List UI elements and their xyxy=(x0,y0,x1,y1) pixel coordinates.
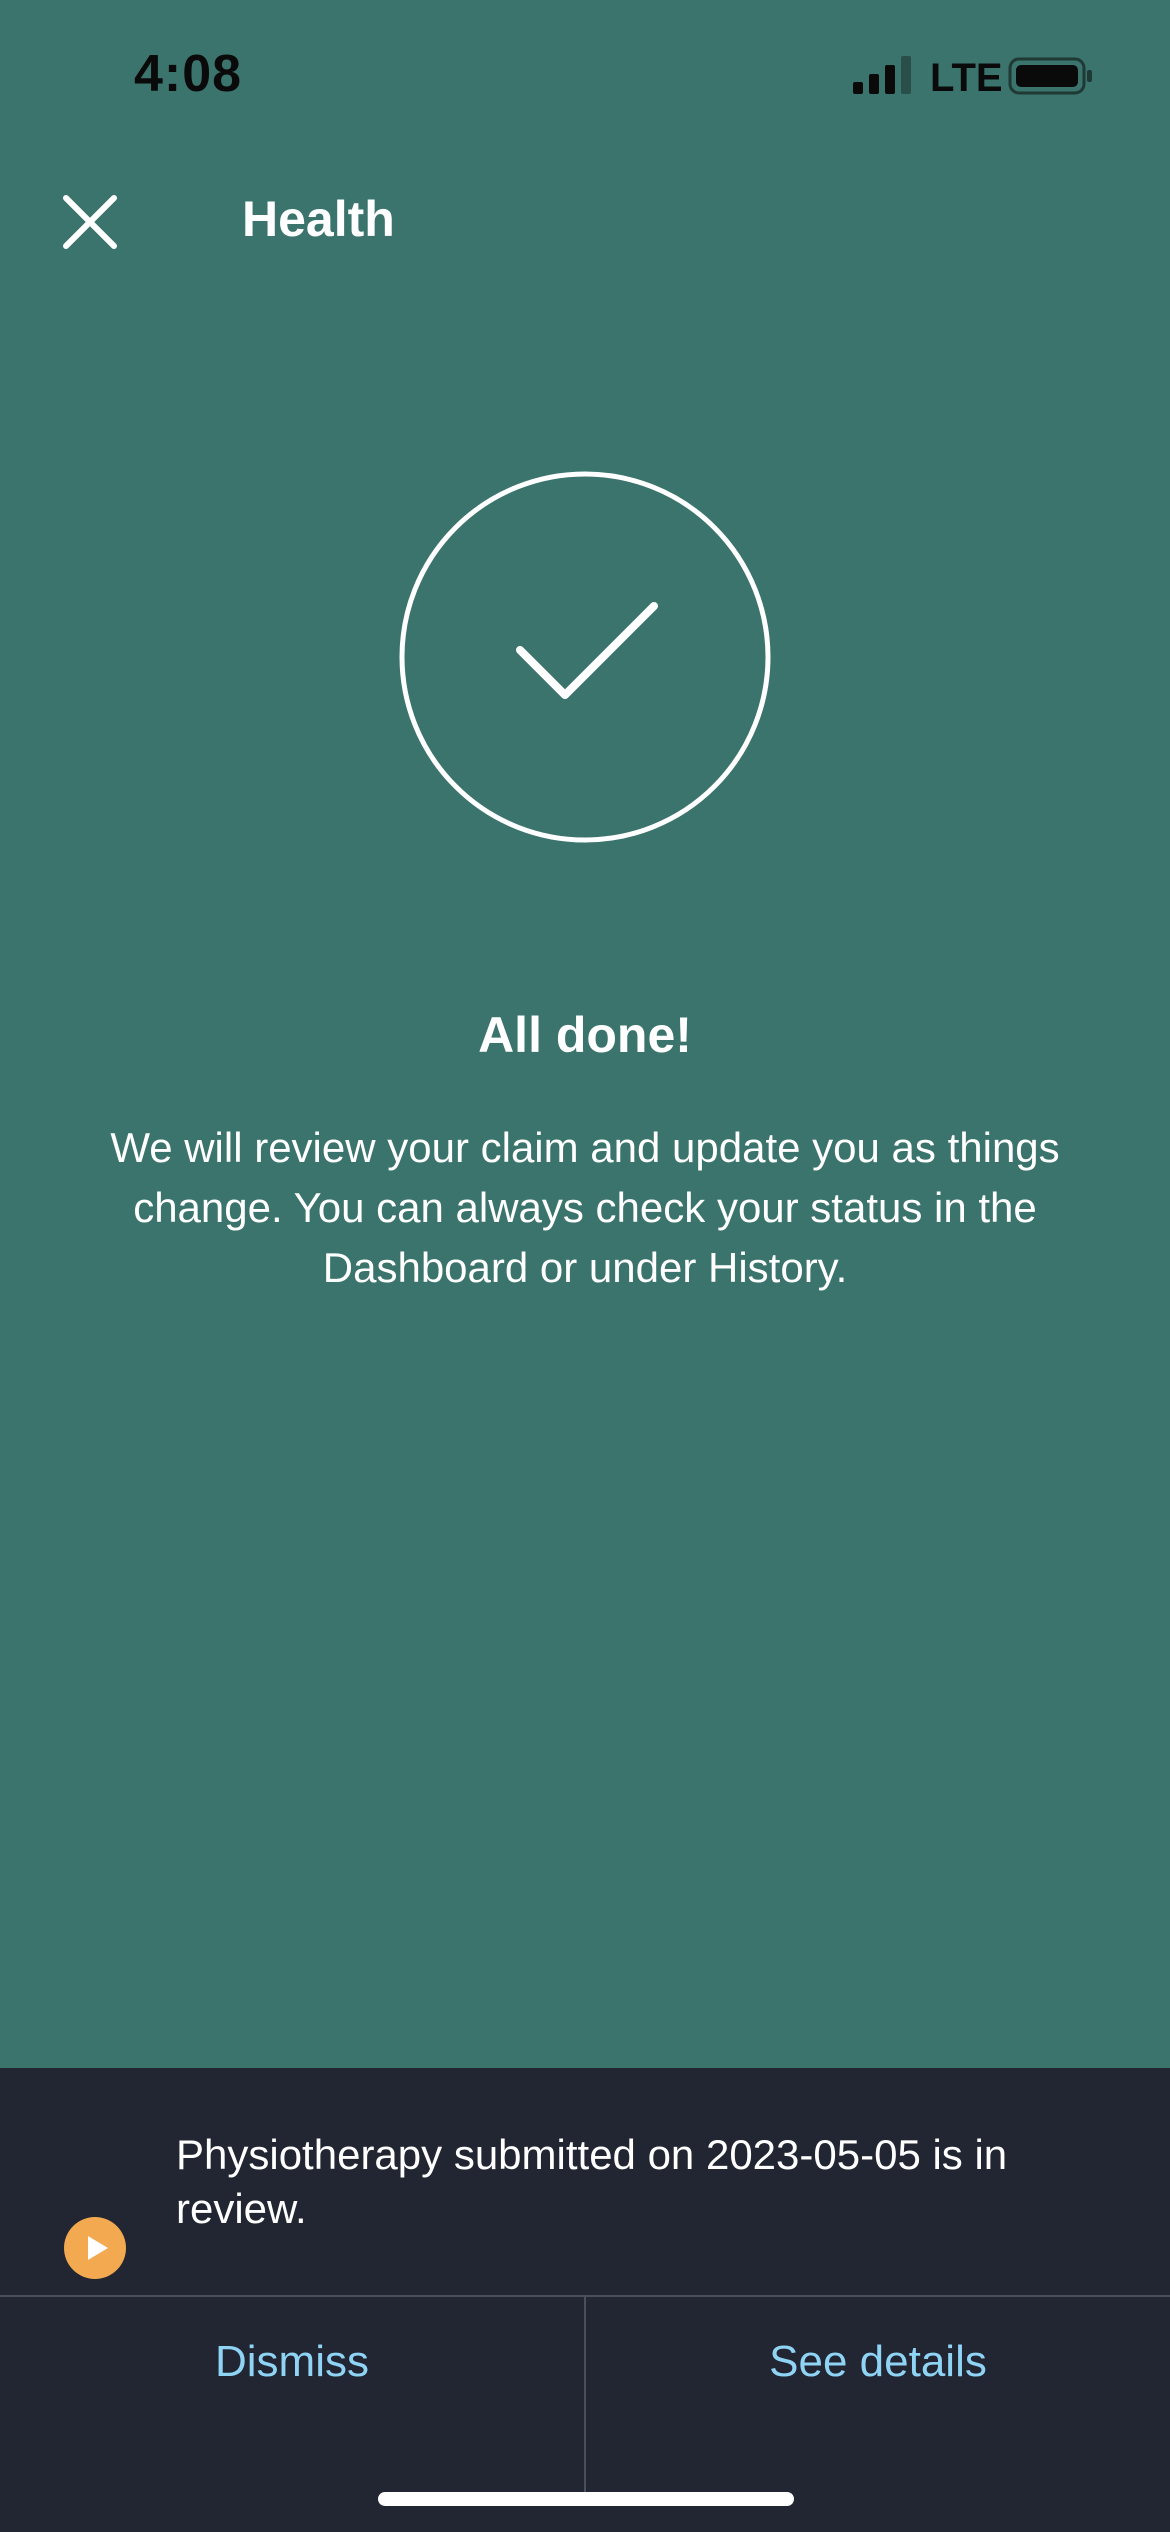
dismiss-button[interactable]: Dismiss xyxy=(0,2297,584,2427)
play-circle-icon xyxy=(64,2217,126,2279)
checkmark-circle-icon xyxy=(398,470,772,844)
toast-message: Physiotherapy submitted on 2023-05-05 is… xyxy=(176,2131,1008,2232)
see-details-button[interactable]: See details xyxy=(586,2297,1170,2427)
status-bar: 4:08 LTE xyxy=(0,0,1170,150)
close-button[interactable] xyxy=(50,182,130,262)
confirmation-title: All done! xyxy=(478,1007,692,1063)
status-time: 4:08 xyxy=(134,45,243,103)
confirmation-message: We will review your claim and update you… xyxy=(110,1124,1060,1291)
network-type-label: LTE xyxy=(930,56,1003,100)
claim-status-toast: Physiotherapy submitted on 2023-05-05 is… xyxy=(0,2068,1170,2532)
battery-icon xyxy=(1008,56,1094,96)
close-icon xyxy=(63,195,117,249)
home-indicator[interactable] xyxy=(378,2492,794,2506)
header: Health xyxy=(0,160,1170,280)
cellular-signal-icon xyxy=(853,56,917,96)
page-title: Health xyxy=(242,191,395,247)
